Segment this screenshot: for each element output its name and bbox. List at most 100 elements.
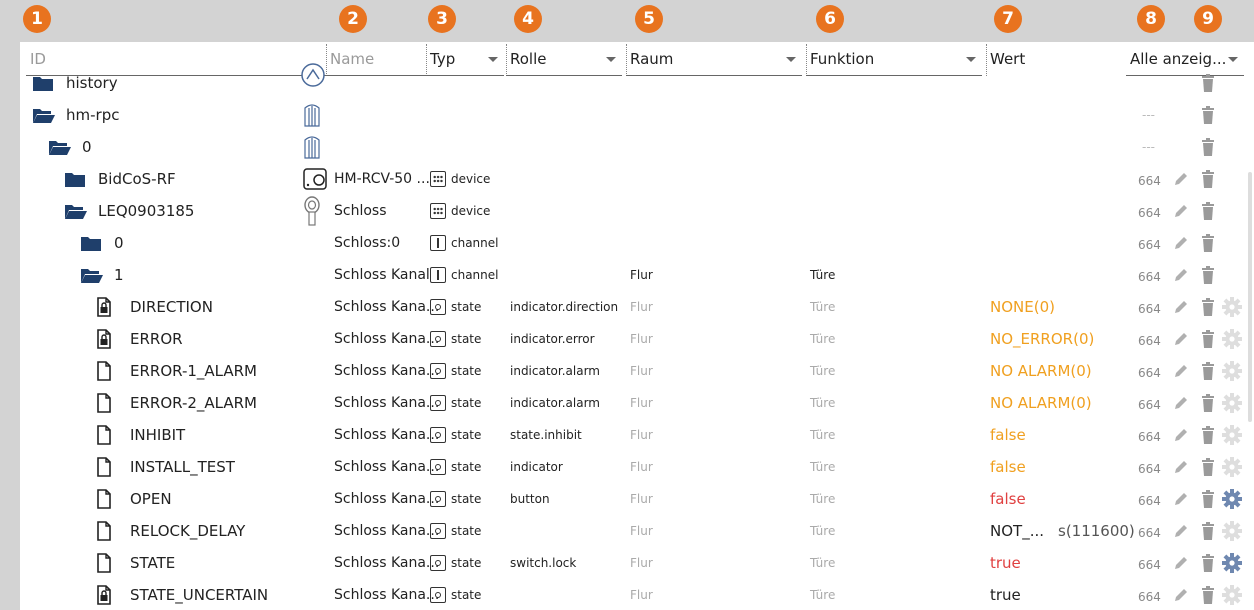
row-name: Schloss Kana... [334,587,440,603]
badge-6: 6 [816,5,844,33]
gear-icon[interactable] [1222,419,1242,451]
gear-icon[interactable] [1222,291,1242,323]
file-icon[interactable] [96,547,112,579]
tree-row[interactable]: 1 Schloss Kanal channel Flur Türe 664 [20,259,1254,291]
tree-row[interactable]: OPEN Schloss Kana... state button Flur Türe fa… [20,483,1254,515]
delete-icon[interactable] [1200,419,1216,451]
tree-row[interactable]: BidCoS-RF HM-RCV-50 ... device 664 [20,163,1254,195]
tree-row[interactable]: ERROR-1_ALARM Schloss Kana... state indicat… [20,355,1254,387]
delete-icon[interactable] [1200,131,1216,163]
tree-row[interactable]: LEQ0903185 Schloss device 664 [20,195,1254,227]
tree-row[interactable]: hm-rpc --- [20,99,1254,131]
edit-icon[interactable] [1172,163,1190,195]
edit-icon[interactable] [1172,195,1190,227]
delete-icon[interactable] [1200,291,1216,323]
tree-row[interactable]: INHIBIT Schloss Kana... state state.inhibit… [20,419,1254,451]
folder-icon[interactable] [32,67,54,99]
row-value[interactable]: false [990,419,1026,451]
gear-icon[interactable] [1222,515,1242,547]
edit-icon[interactable] [1172,547,1190,579]
row-id: STATE_UNCERTAIN [130,586,269,604]
row-value[interactable]: NOT_... s(111600) [990,515,1135,547]
gear-icon[interactable] [1222,579,1242,610]
tree-row[interactable]: RELOCK_DELAY Schloss Kana... state Flur Türe… [20,515,1254,547]
row-value[interactable]: NO_ERROR (0) [990,323,1094,355]
tree-row[interactable]: ERROR Schloss Kana... state indicator.error… [20,323,1254,355]
gear-icon[interactable] [1222,387,1242,419]
delete-icon[interactable] [1200,451,1216,483]
edit-icon[interactable] [1172,387,1190,419]
file-icon[interactable] [96,483,112,515]
folder-icon[interactable] [80,227,102,259]
tree-row[interactable]: ERROR-2_ALARM Schloss Kana... state indicat… [20,387,1254,419]
delete-icon[interactable] [1200,387,1216,419]
delete-icon[interactable] [1200,483,1216,515]
edit-icon[interactable] [1172,579,1190,610]
gear-icon[interactable] [1222,451,1242,483]
scrollbar[interactable] [1248,172,1252,422]
delete-icon[interactable] [1200,195,1216,227]
object-icon [302,99,322,131]
gear-icon[interactable] [1222,483,1242,515]
delete-icon[interactable] [1200,547,1216,579]
file-icon[interactable] [96,291,112,323]
tree-row[interactable]: STATE_UNCERTAIN Schloss Kana... state Flur T… [20,579,1254,610]
row-value[interactable]: true [990,547,1021,579]
row-type: state [430,419,481,451]
edit-icon[interactable] [1172,483,1190,515]
delete-icon[interactable] [1200,259,1216,291]
row-value[interactable]: NO ALARM (0) [990,355,1092,387]
edit-icon[interactable] [1172,227,1190,259]
gear-icon[interactable] [1222,323,1242,355]
row-value[interactable]: true [990,579,1021,610]
file-icon[interactable] [96,323,112,355]
row-role: indicator.direction [510,300,619,314]
tree-row[interactable]: 0 --- [20,131,1254,163]
edit-icon[interactable] [1172,355,1190,387]
edit-icon[interactable] [1172,259,1190,291]
tree-row[interactable]: STATE Schloss Kana... state switch.lock Flur… [20,547,1254,579]
edit-icon[interactable] [1172,419,1190,451]
delete-icon[interactable] [1200,355,1216,387]
state-icon [430,395,446,411]
delete-icon[interactable] [1200,515,1216,547]
delete-icon[interactable] [1200,579,1216,610]
edit-icon[interactable] [1172,515,1190,547]
delete-icon[interactable] [1200,227,1216,259]
tree-row[interactable]: INSTALL_TEST Schloss Kana... state indicato… [20,451,1254,483]
row-id: RELOCK_DELAY [130,522,246,540]
edit-icon[interactable] [1172,451,1190,483]
row-value[interactable]: false [990,483,1026,515]
delete-icon[interactable] [1200,323,1216,355]
file-icon[interactable] [96,451,112,483]
folder-icon[interactable] [48,131,72,163]
edit-icon[interactable] [1172,323,1190,355]
folder-icon[interactable] [64,163,86,195]
row-value[interactable]: NO ALARM (0) [990,387,1092,419]
row-value[interactable]: NONE (0) [990,291,1055,323]
delete-icon[interactable] [1200,67,1216,99]
delete-icon[interactable] [1200,99,1216,131]
file-icon[interactable] [96,355,112,387]
object-icon [302,131,322,163]
state-icon [430,491,446,507]
row-function: Türe [810,268,836,282]
file-icon[interactable] [96,515,112,547]
gear-icon[interactable] [1222,547,1242,579]
tree-row[interactable]: history [20,63,1254,99]
file-icon[interactable] [96,387,112,419]
row-name: Schloss Kana... [334,555,440,571]
folder-icon[interactable] [64,195,88,227]
folder-icon[interactable] [32,99,56,131]
row-name: Schloss Kana... [334,363,440,379]
folder-icon[interactable] [80,259,104,291]
file-icon[interactable] [96,579,112,610]
delete-icon[interactable] [1200,163,1216,195]
badge-3: 3 [428,5,456,33]
edit-icon[interactable] [1172,291,1190,323]
row-value[interactable]: false [990,451,1026,483]
tree-row[interactable]: DIRECTION Schloss Kana... state indicator.d… [20,291,1254,323]
tree-row[interactable]: 0 Schloss:0 channel 664 [20,227,1254,259]
file-icon[interactable] [96,419,112,451]
gear-icon[interactable] [1222,355,1242,387]
